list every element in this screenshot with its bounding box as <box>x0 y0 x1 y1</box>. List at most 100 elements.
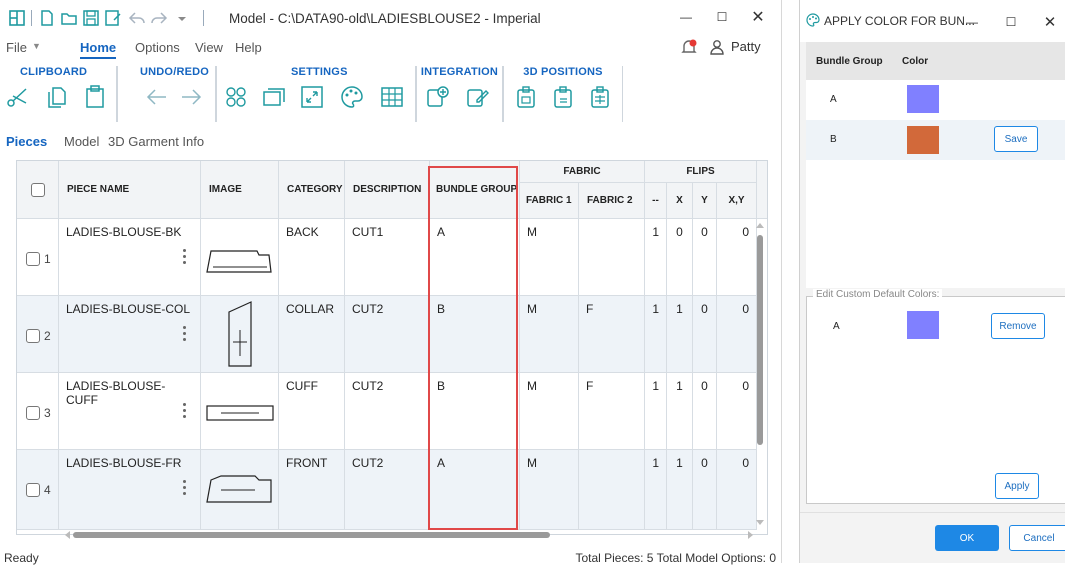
tab-3d-garment-info[interactable]: 3D Garment Info <box>108 134 204 149</box>
description-cell[interactable]: CUT2 <box>345 450 430 529</box>
settings-circles-icon[interactable] <box>223 84 249 110</box>
table-row[interactable]: 2 LADIES-BLOUSE-COL COLLAR CUT2 B M F 1 … <box>17 296 757 373</box>
description-cell[interactable]: CUT1 <box>345 219 430 295</box>
header-flip-x[interactable]: X <box>667 183 693 219</box>
position-copy-icon[interactable] <box>514 84 540 110</box>
new-file-icon[interactable] <box>38 9 56 27</box>
select-all-checkbox[interactable] <box>30 182 45 197</box>
row-checkbox[interactable] <box>26 406 40 420</box>
category-cell[interactable]: CUFF <box>279 373 345 449</box>
scroll-right-icon[interactable] <box>746 528 756 542</box>
dialog-close-button[interactable]: ✕ <box>1040 14 1060 31</box>
piece-name-cell[interactable]: LADIES-BLOUSE-BK <box>59 219 201 295</box>
integration-edit-icon[interactable] <box>465 84 491 110</box>
table-row[interactable]: 3 LADIES-BLOUSE-CUFF CUFF CUT2 B M F 1 1… <box>17 373 757 450</box>
header-description[interactable]: DESCRIPTION <box>345 161 430 219</box>
dialog-minimize-button[interactable]: — <box>962 14 982 30</box>
header-bundle-group[interactable]: BUNDLE GROUP <box>430 161 520 219</box>
table-row[interactable]: 4 LADIES-BLOUSE-FR FRONT CUT2 A M 1 1 0 … <box>17 450 757 530</box>
save-icon[interactable] <box>82 9 100 27</box>
fabric1-cell[interactable]: M <box>520 296 579 372</box>
save-as-icon[interactable] <box>104 9 122 27</box>
piece-name-cell[interactable]: LADIES-BLOUSE-FR <box>59 450 201 529</box>
header-flip-none[interactable]: -- <box>645 183 667 219</box>
ok-button[interactable]: OK <box>935 525 999 551</box>
flip-y-cell[interactable]: 0 <box>693 296 717 372</box>
flip-x-cell[interactable]: 1 <box>667 450 693 529</box>
description-cell[interactable]: CUT2 <box>345 373 430 449</box>
bundle-group-cell[interactable]: A <box>430 450 520 529</box>
tab-pieces[interactable]: Pieces <box>6 134 47 149</box>
description-cell[interactable]: CUT2 <box>345 296 430 372</box>
flip-x-cell[interactable]: 1 <box>667 373 693 449</box>
menu-view[interactable]: View <box>195 40 223 55</box>
remove-button[interactable]: Remove <box>991 313 1045 339</box>
position-table-icon[interactable] <box>588 84 614 110</box>
color-palette-icon[interactable] <box>339 84 365 110</box>
flip-y-cell[interactable]: 0 <box>693 219 717 295</box>
open-folder-icon[interactable] <box>60 9 78 27</box>
header-fabric-1[interactable]: FABRIC 1 <box>520 183 579 219</box>
color-swatch[interactable] <box>907 85 939 113</box>
bundle-color-row[interactable]: A <box>806 80 1065 120</box>
customize-dropdown-icon[interactable] <box>173 9 191 27</box>
bundle-group-cell[interactable]: A <box>430 219 520 295</box>
cut-icon[interactable] <box>4 84 30 110</box>
custom-color-swatch[interactable] <box>907 311 939 339</box>
flip-none-cell[interactable]: 1 <box>645 450 667 529</box>
minimize-button[interactable]: — <box>668 4 704 30</box>
file-dropdown-icon[interactable]: ▼ <box>32 41 41 51</box>
table-row[interactable]: 1 LADIES-BLOUSE-BK BACK CUT1 A M 1 0 0 0 <box>17 219 757 296</box>
more-options-icon[interactable] <box>183 480 187 496</box>
flip-y-cell[interactable]: 0 <box>693 450 717 529</box>
vertical-scroll-thumb[interactable] <box>757 235 763 445</box>
fabric1-cell[interactable]: M <box>520 219 579 295</box>
flip-none-cell[interactable]: 1 <box>645 219 667 295</box>
dialog-maximize-button[interactable]: ☐ <box>1001 14 1021 30</box>
flip-y-cell[interactable]: 0 <box>693 373 717 449</box>
flip-none-cell[interactable]: 1 <box>645 296 667 372</box>
close-button[interactable]: ✕ <box>740 4 776 30</box>
flip-xy-cell[interactable]: 0 <box>717 219 757 295</box>
paste-icon[interactable] <box>82 84 108 110</box>
more-options-icon[interactable] <box>183 326 187 342</box>
header-piece-name[interactable]: PIECE NAME <box>59 161 201 219</box>
category-cell[interactable]: BACK <box>279 219 345 295</box>
category-cell[interactable]: COLLAR <box>279 296 345 372</box>
scroll-down-icon[interactable] <box>753 518 767 528</box>
integration-add-icon[interactable] <box>425 84 451 110</box>
fabric2-cell[interactable]: F <box>579 296 645 372</box>
flip-xy-cell[interactable]: 0 <box>717 373 757 449</box>
maximize-button[interactable]: ☐ <box>704 4 740 30</box>
flip-xy-cell[interactable]: 0 <box>717 450 757 529</box>
header-category[interactable]: CATEGORY <box>279 161 345 219</box>
more-options-icon[interactable] <box>183 249 187 265</box>
save-button[interactable]: Save <box>994 126 1038 152</box>
row-checkbox[interactable] <box>26 483 40 497</box>
scroll-left-icon[interactable] <box>62 528 72 542</box>
flip-none-cell[interactable]: 1 <box>645 373 667 449</box>
scroll-up-icon[interactable] <box>753 220 767 230</box>
quick-redo-icon[interactable] <box>150 9 168 27</box>
apply-button[interactable]: Apply <box>995 473 1039 499</box>
user-name[interactable]: Patty <box>731 39 761 54</box>
undo-icon[interactable] <box>144 84 170 110</box>
row-checkbox[interactable] <box>26 329 40 343</box>
fabric1-cell[interactable]: M <box>520 450 579 529</box>
bundle-group-cell[interactable]: B <box>430 296 520 372</box>
images-icon[interactable] <box>261 84 287 110</box>
menu-options[interactable]: Options <box>135 40 180 55</box>
menu-file[interactable]: File <box>6 40 27 55</box>
row-checkbox[interactable] <box>26 252 40 266</box>
bundle-color-row[interactable]: B Save <box>806 120 1065 160</box>
copy-icon[interactable] <box>44 84 70 110</box>
fabric2-cell[interactable] <box>579 219 645 295</box>
flip-x-cell[interactable]: 0 <box>667 219 693 295</box>
resize-icon[interactable] <box>299 84 325 110</box>
menu-home[interactable]: Home <box>80 40 117 59</box>
piece-name-cell[interactable]: LADIES-BLOUSE-CUFF <box>59 373 201 449</box>
redo-icon[interactable] <box>178 84 204 110</box>
header-flip-y[interactable]: Y <box>693 183 717 219</box>
menu-help[interactable]: Help <box>235 40 262 55</box>
tab-model[interactable]: Model <box>64 134 99 149</box>
